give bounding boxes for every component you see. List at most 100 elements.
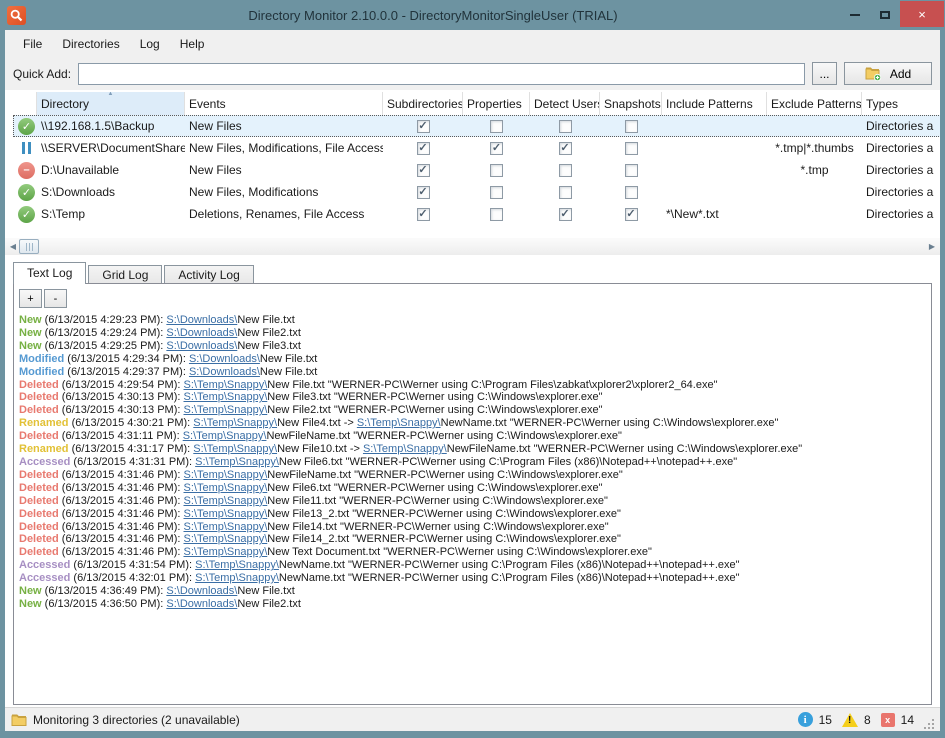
directory-row[interactable]: ✓\\192.168.1.5\BackupNew Files✓Directori… [13,115,940,137]
status-paused-icon [18,140,35,157]
column-header-properties[interactable]: Properties [463,92,530,115]
log-action-label: Deleted [19,482,59,494]
log-path-link[interactable]: S:\Temp\Snappy\ [184,508,268,520]
title-bar: Directory Monitor 2.10.0.0 - DirectoryMo… [0,0,945,30]
log-path-link[interactable]: S:\Temp\Snappy\ [184,469,268,481]
menu-log[interactable]: Log [130,33,170,55]
menu-file[interactable]: File [13,33,52,55]
directory-row[interactable]: ✓S:\DownloadsNew Files, Modifications✓Di… [13,181,940,203]
detect-users-checkbox-wrap [530,120,600,133]
log-path-link[interactable]: S:\Temp\Snappy\ [184,379,268,391]
detect-users-checkbox[interactable] [559,164,572,177]
font-increase-button[interactable]: + [19,289,42,308]
log-path-link[interactable]: S:\Temp\Snappy\ [184,482,268,494]
detect-users-checkbox[interactable]: ✓ [559,142,572,155]
properties-checkbox[interactable]: ✓ [490,142,503,155]
log-action-label: Deleted [19,379,59,391]
snapshots-checkbox[interactable] [625,186,638,199]
minimize-button[interactable] [840,3,870,27]
resize-grip[interactable] [924,719,934,729]
snapshots-checkbox[interactable] [625,164,638,177]
tab-text-log[interactable]: Text Log [13,262,86,284]
log-path-link[interactable]: S:\Temp\Snappy\ [184,495,268,507]
column-header-directory[interactable]: Directory▲ [37,92,185,115]
subdirectories-checkbox[interactable]: ✓ [417,142,430,155]
log-action-label: Deleted [19,404,59,416]
properties-checkbox[interactable] [490,164,503,177]
column-header-include-patterns[interactable]: Include Patterns [662,92,767,115]
log-path-link[interactable]: S:\Downloads\ [189,366,260,378]
log-path-link[interactable]: S:\Downloads\ [166,314,237,326]
log-entry: Deleted (6/13/2015 4:29:54 PM): S:\Temp\… [19,379,931,392]
log-path-link[interactable]: S:\Temp\Snappy\ [184,546,268,558]
directory-row[interactable]: ✓S:\TempDeletions, Renames, File Access✓… [13,203,940,225]
browse-button[interactable]: ... [812,62,837,85]
log-entry: Renamed (6/13/2015 4:30:21 PM): S:\Temp\… [19,417,931,430]
log-entry: Accessed (6/13/2015 4:31:31 PM): S:\Temp… [19,456,931,469]
tab-activity-log[interactable]: Activity Log [164,265,253,284]
log-action-label: New [19,340,42,352]
column-header-subdirectories[interactable]: Subdirectories [383,92,463,115]
column-header-detect-users[interactable]: Detect Users [530,92,600,115]
log-path-link[interactable]: S:\Downloads\ [166,598,237,610]
log-path-link[interactable]: S:\Temp\Snappy\ [195,456,279,468]
scroll-right-icon[interactable]: ▶ [924,238,940,255]
subdirectories-checkbox[interactable]: ✓ [417,208,430,221]
log-path-link[interactable]: S:\Downloads\ [166,327,237,339]
log-path-link[interactable]: S:\Temp\Snappy\ [357,417,441,429]
warning-count-icon[interactable]: ! [842,713,858,727]
properties-checkbox-wrap [463,164,530,177]
directory-row[interactable]: \\SERVER\DocumentShareNew Files, Modific… [13,137,940,159]
detect-users-checkbox[interactable] [559,120,572,133]
horizontal-scrollbar[interactable]: ◀ ▶ [5,238,940,255]
log-path-link[interactable]: S:\Downloads\ [166,340,237,352]
column-header-events[interactable]: Events [185,92,383,115]
maximize-button[interactable] [870,3,900,27]
types-cell: Directories a [862,185,940,199]
log-entry: Deleted (6/13/2015 4:31:46 PM): S:\Temp\… [19,495,931,508]
log-path-link[interactable]: S:\Downloads\ [166,585,237,597]
log-path-link[interactable]: S:\Temp\Snappy\ [184,521,268,533]
close-button[interactable]: × [900,1,944,27]
directory-row[interactable]: –D:\UnavailableNew Files✓*.tmpDirectorie… [13,159,940,181]
detect-users-checkbox[interactable] [559,186,572,199]
detect-users-checkbox[interactable]: ✓ [559,208,572,221]
column-header-exclude-patterns[interactable]: Exclude Patterns [767,92,862,115]
subdirectories-checkbox[interactable]: ✓ [417,164,430,177]
subdirectories-checkbox[interactable]: ✓ [417,186,430,199]
log-path-link[interactable]: S:\Downloads\ [189,353,260,365]
column-header-snapshots[interactable]: Snapshots [600,92,662,115]
snapshots-checkbox[interactable] [625,120,638,133]
info-count: 15 [819,713,832,727]
snapshots-checkbox-wrap: ✓ [600,208,662,221]
properties-checkbox[interactable] [490,120,503,133]
menu-directories[interactable]: Directories [52,33,129,55]
properties-checkbox-wrap [463,208,530,221]
snapshots-checkbox[interactable]: ✓ [625,208,638,221]
log-path-link[interactable]: S:\Temp\Snappy\ [195,572,279,584]
add-button[interactable]: Add [844,62,932,85]
font-decrease-button[interactable]: - [44,289,67,308]
menu-help[interactable]: Help [170,33,215,55]
log-path-link[interactable]: S:\Temp\Snappy\ [195,559,279,571]
status-cell: ✓ [13,118,37,135]
column-header-types[interactable]: Types [862,92,940,115]
subdirectories-checkbox-wrap: ✓ [383,120,463,133]
snapshots-checkbox[interactable] [625,142,638,155]
log-path-link[interactable]: S:\Temp\Snappy\ [193,417,277,429]
log-path-link[interactable]: S:\Temp\Snappy\ [184,404,268,416]
log-path-link[interactable]: S:\Temp\Snappy\ [183,430,267,442]
properties-checkbox[interactable] [490,208,503,221]
log-action-label: Deleted [19,430,59,442]
properties-checkbox[interactable] [490,186,503,199]
scrollbar-thumb[interactable] [19,239,39,254]
log-path-link[interactable]: S:\Temp\Snappy\ [363,443,447,455]
subdirectories-checkbox[interactable]: ✓ [417,120,430,133]
log-path-link[interactable]: S:\Temp\Snappy\ [193,443,277,455]
info-count-icon[interactable]: i [798,712,813,727]
log-path-link[interactable]: S:\Temp\Snappy\ [184,533,268,545]
quick-add-input[interactable] [78,63,805,85]
error-count-icon[interactable]: x [881,713,895,727]
tab-grid-log[interactable]: Grid Log [88,265,162,284]
log-path-link[interactable]: S:\Temp\Snappy\ [184,391,268,403]
